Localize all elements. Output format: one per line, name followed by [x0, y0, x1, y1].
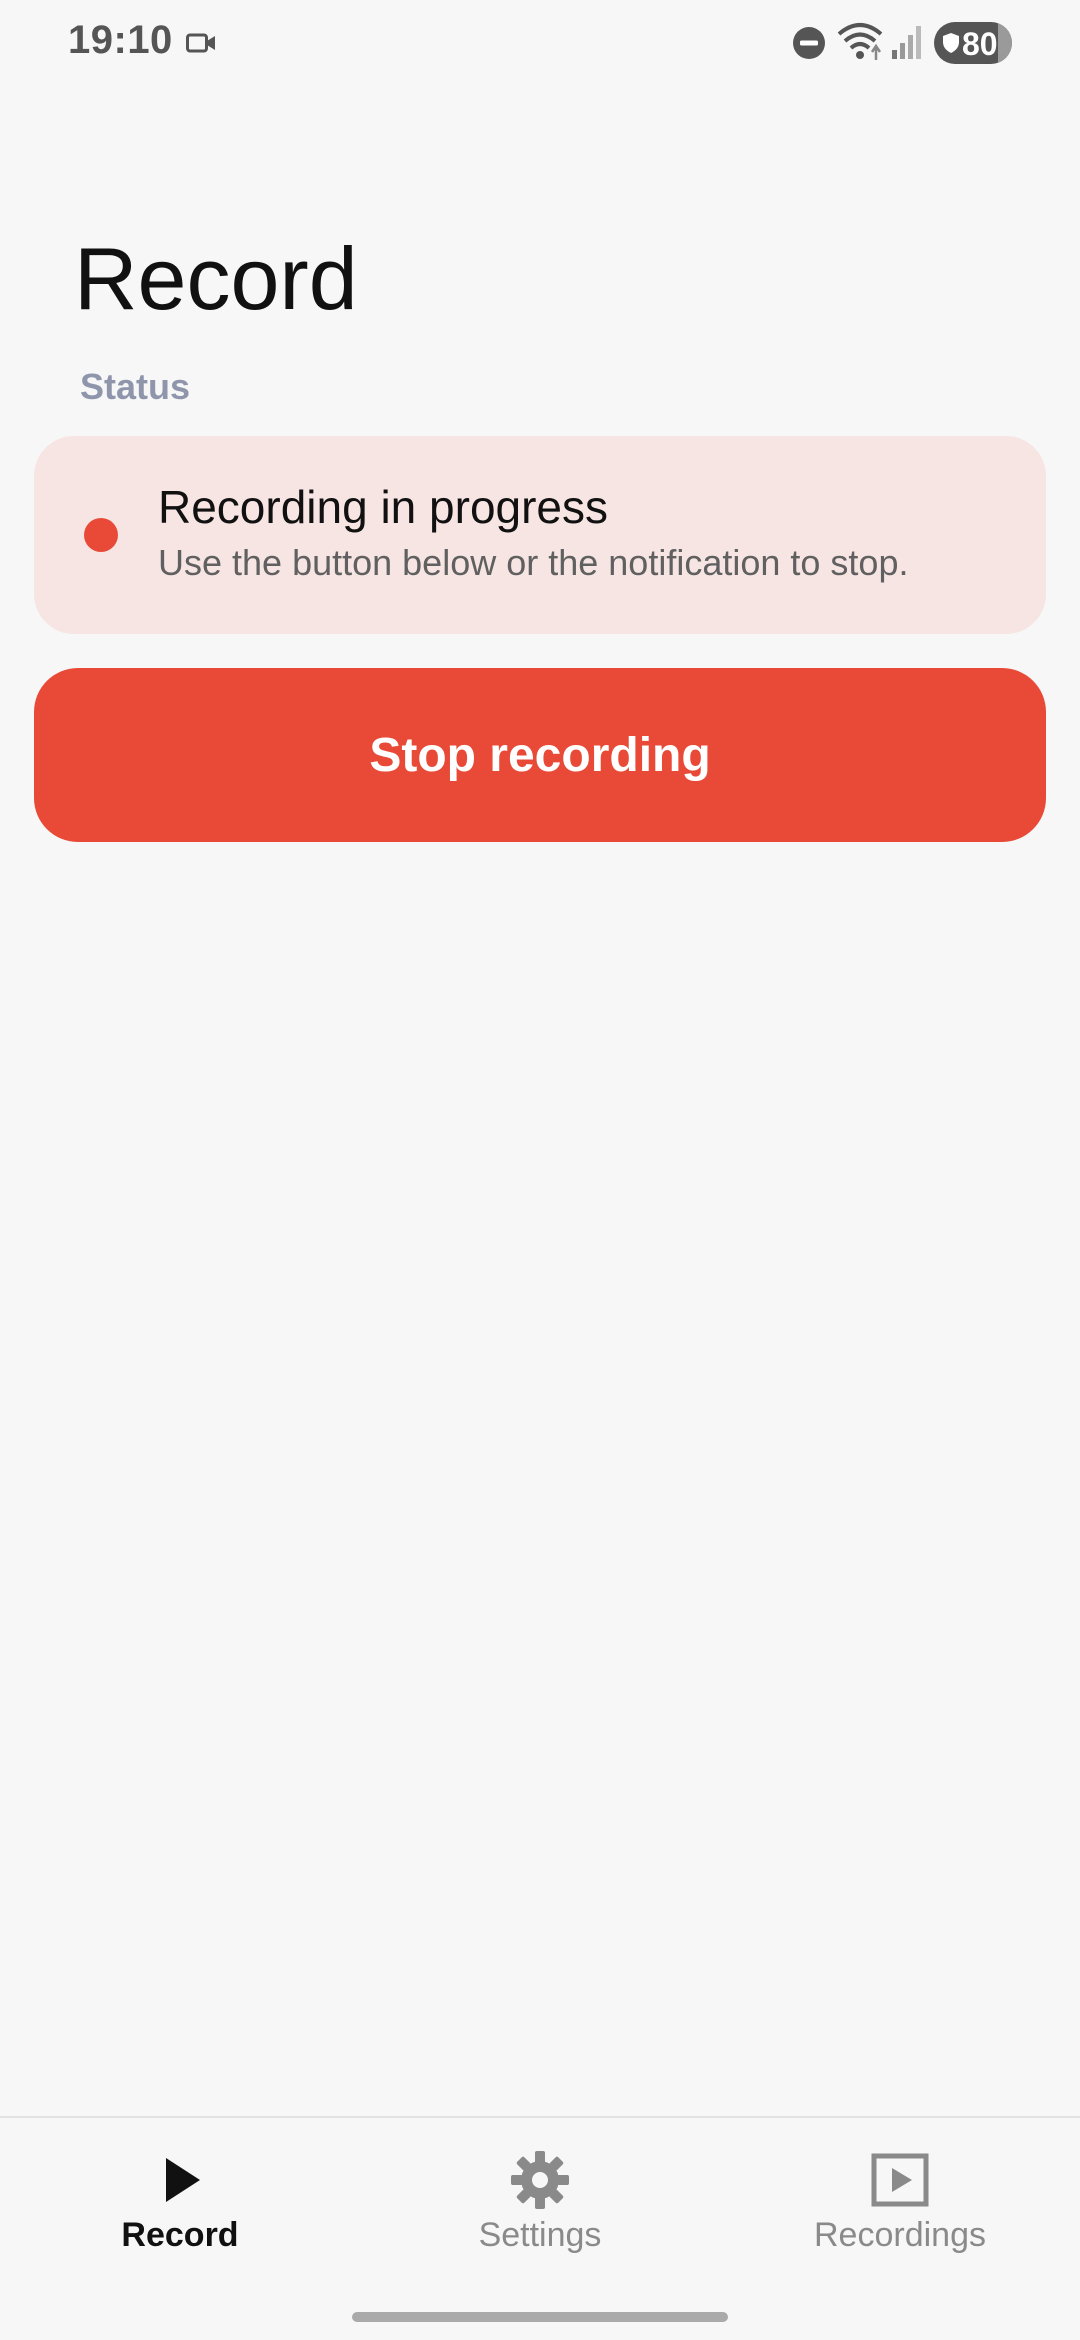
- nav-label-settings: Settings: [478, 2216, 602, 2254]
- battery-icon: 80: [934, 22, 1012, 64]
- nav-label-recordings: Recordings: [814, 2216, 986, 2254]
- home-indicator[interactable]: [352, 2312, 728, 2322]
- section-label-status: Status: [80, 366, 191, 407]
- gear-icon: [511, 2151, 569, 2209]
- recording-dot-icon: [84, 518, 118, 552]
- nav-item-recordings[interactable]: Recordings: [720, 2118, 1080, 2318]
- cell-signal-icon: [892, 26, 921, 59]
- nav-item-record[interactable]: Record: [0, 2118, 360, 2318]
- video-library-icon: [871, 2153, 929, 2207]
- battery-level: 80: [962, 26, 998, 62]
- shield-icon: [943, 33, 959, 53]
- video-camera-icon: [186, 33, 215, 53]
- do-not-disturb-icon: [793, 27, 825, 59]
- wifi-icon: [837, 23, 883, 60]
- nav-label-record: Record: [121, 2216, 239, 2254]
- recording-status-card: Recording in progress Use the button bel…: [34, 436, 1046, 634]
- nav-item-settings[interactable]: Settings: [360, 2118, 720, 2318]
- page-title: Record: [74, 229, 358, 328]
- status-card-subtitle: Use the button below or the notification…: [158, 542, 909, 583]
- bottom-navigation: Record Settings Recordings: [0, 2116, 1080, 2340]
- status-bar: 19:10 80: [0, 0, 1080, 84]
- stop-recording-button[interactable]: Stop recording: [34, 668, 1046, 842]
- status-card-title: Recording in progress: [158, 481, 609, 533]
- screen: 19:10 80 Record Status Recording in prog…: [0, 0, 1080, 2340]
- play-icon: [166, 2158, 200, 2202]
- status-time: 19:10: [68, 18, 173, 62]
